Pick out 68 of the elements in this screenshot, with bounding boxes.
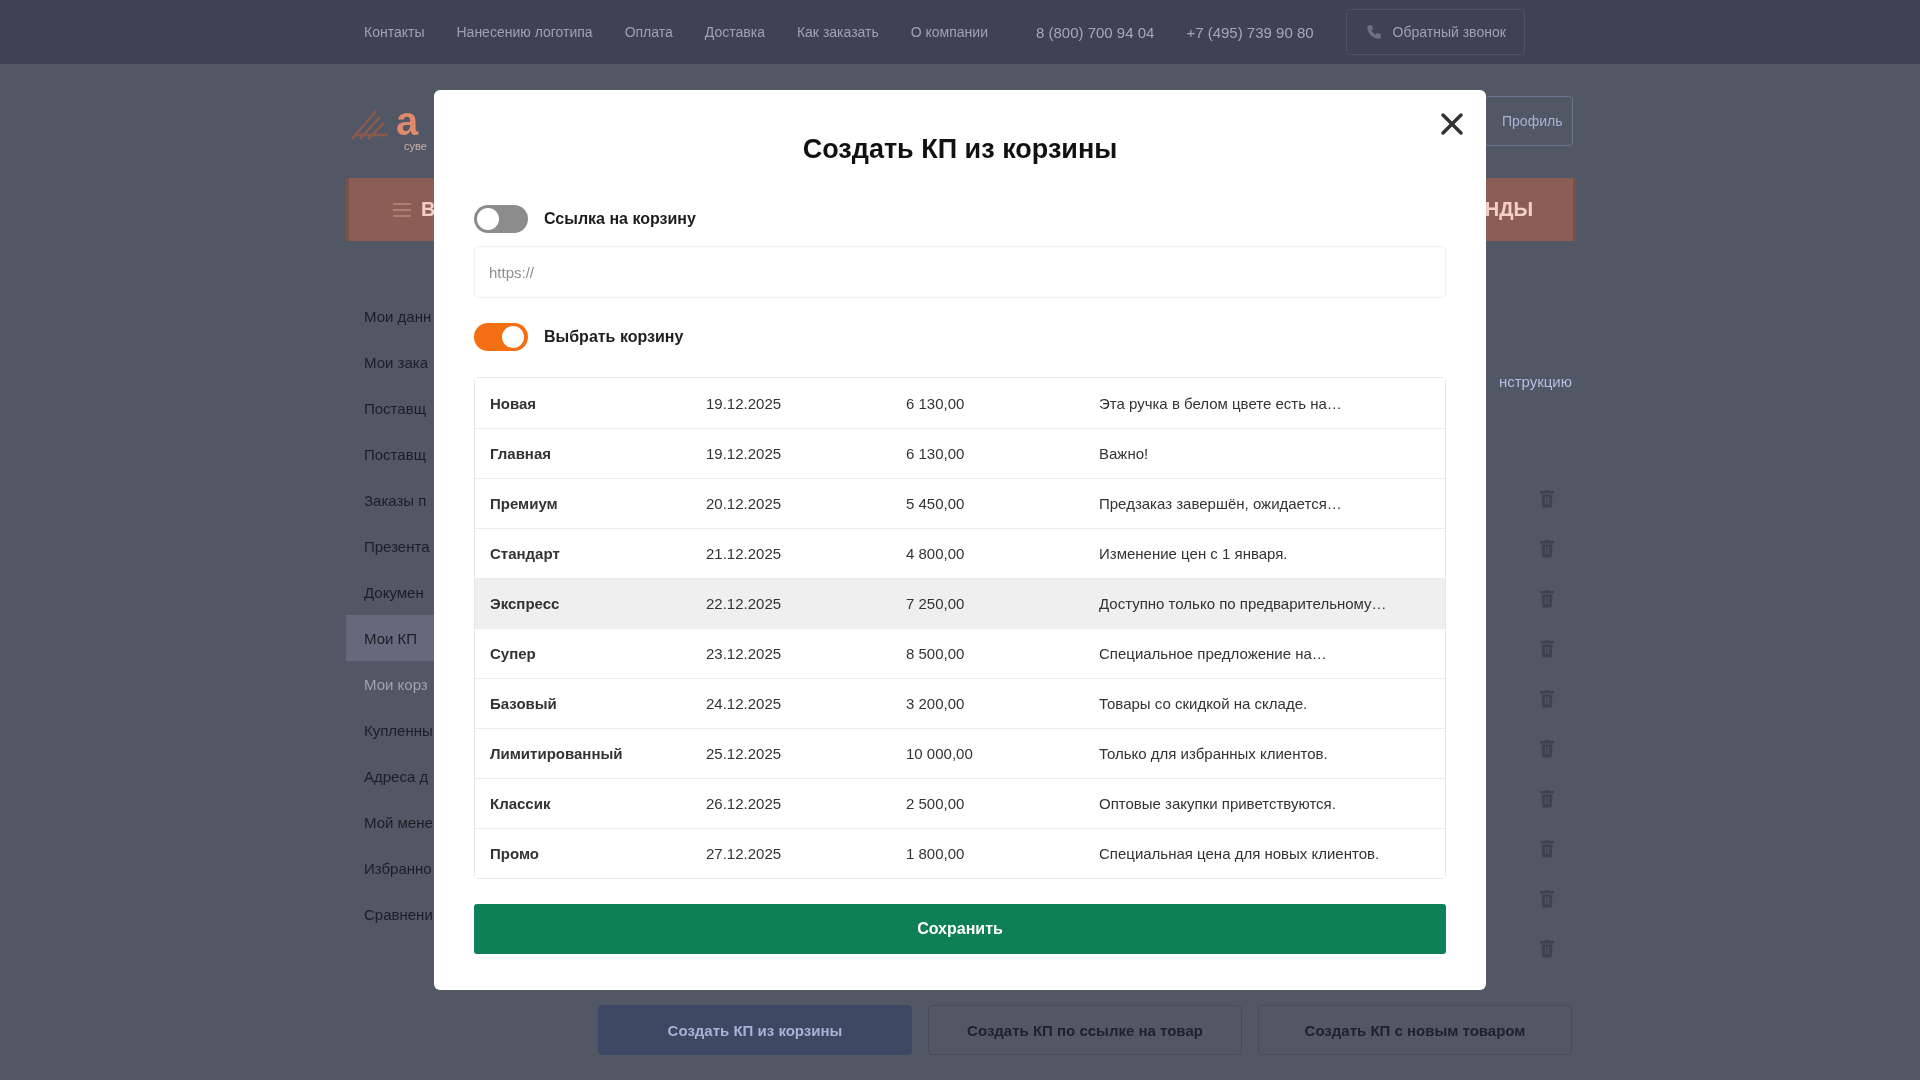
- cart-note: Доступно только по предварительному…: [1099, 595, 1388, 612]
- cart-name: Промо: [490, 845, 540, 862]
- nav-link[interactable]: Оплата: [624, 24, 673, 40]
- cart-sum: 3 200,00: [906, 695, 966, 712]
- cart-name: Главная: [490, 445, 552, 462]
- cart-date: 25.12.2025: [706, 745, 783, 762]
- cart-sum: 4 800,00: [906, 545, 966, 562]
- cart-note: Важно!: [1099, 445, 1150, 462]
- cart-row[interactable]: Промо 27.12.2025 1 800,00 Специальная цена для новых клиентов.: [475, 828, 1445, 878]
- cart-name: Премиум: [490, 495, 559, 512]
- toggle-switch[interactable]: [474, 205, 528, 233]
- cart-note: Специальная цена для новых клиентов.: [1099, 845, 1381, 862]
- phone-number[interactable]: +7 (495) 739 90 80: [1186, 23, 1314, 41]
- create-offer-button[interactable]: Создать КП по ссылке на товар: [928, 1005, 1242, 1055]
- catalog-label[interactable]: В: [421, 198, 436, 221]
- cart-name: Новая: [490, 394, 538, 412]
- cart-name: Супер: [490, 645, 537, 662]
- nav-link[interactable]: Нанесению логотипа: [456, 24, 593, 40]
- cart-sum: 7 250,00: [906, 595, 966, 612]
- cart-sum: 10 000,00: [906, 745, 974, 762]
- cart-note: Только для избранных клиентов.: [1099, 745, 1329, 762]
- nav-link[interactable]: О компании: [910, 24, 988, 40]
- nav-link[interactable]: Как заказать: [796, 24, 879, 40]
- toggle-switch[interactable]: [474, 323, 528, 351]
- cart-row[interactable]: Экспресс 22.12.2025 7 250,00 Доступно только по предварительному…: [475, 578, 1445, 628]
- cart-name: Лимитированный: [490, 745, 624, 762]
- cart-sum: 2 500,00: [906, 795, 966, 812]
- phone-icon: [1364, 23, 1383, 41]
- cart-date: 24.12.2025: [706, 695, 783, 712]
- logo-subtitle: суве: [404, 140, 427, 152]
- cart-sum: 8 500,00: [906, 645, 966, 662]
- cart-date: 22.12.2025: [706, 595, 783, 612]
- toggle-label: Ссылка на корзину: [544, 210, 696, 228]
- callback-button[interactable]: Обратный звонок: [1345, 9, 1525, 55]
- cart-name: Классик: [490, 795, 552, 812]
- instruction-link[interactable]: нструкцию: [1498, 373, 1572, 390]
- cart-sum: 5 450,00: [906, 495, 966, 512]
- cart-name: Стандарт: [490, 545, 561, 562]
- cart-date: 20.12.2025: [706, 495, 783, 512]
- cart-note: Эта ручка в белом цвете есть на…: [1099, 394, 1343, 412]
- cart-date: 21.12.2025: [706, 545, 783, 562]
- save-button[interactable]: Сохранить: [474, 904, 1446, 954]
- cart-note: Предзаказ завершён, ожидается…: [1099, 495, 1343, 512]
- cart-sum: 6 130,00: [906, 445, 966, 462]
- link-input-field[interactable]: https://: [474, 246, 1446, 298]
- logo-text: а: [396, 101, 419, 141]
- nav-link[interactable]: Доставка: [704, 24, 765, 40]
- cart-name: Базовый: [490, 695, 558, 712]
- cart-date: 27.12.2025: [706, 845, 783, 862]
- nav-link[interactable]: Контакты: [364, 24, 425, 40]
- cart-note: Оптовые закупки приветствуются.: [1099, 795, 1337, 812]
- cart-sum: 1 800,00: [906, 845, 966, 862]
- toggle-label: Выбрать корзину: [544, 328, 684, 346]
- create-offer-button[interactable]: Создать КП с новым товаром: [1258, 1005, 1572, 1055]
- cart-note: Специальное предложение на…: [1099, 645, 1328, 662]
- cart-note: Товары со скидкой на складе.: [1099, 695, 1309, 712]
- cart-date: 23.12.2025: [706, 645, 783, 662]
- phone-number[interactable]: 8 (800) 700 94 04: [1035, 23, 1155, 41]
- modal-title: Создать КП из корзины: [801, 134, 1119, 165]
- cart-name: Экспресс: [490, 595, 561, 612]
- cart-note: Изменение цен с 1 января.: [1099, 545, 1289, 562]
- cart-sum: 6 130,00: [906, 394, 966, 412]
- cart-date: 19.12.2025: [706, 394, 783, 412]
- menu-label[interactable]: НДЫ: [1484, 198, 1533, 221]
- cart-date: 19.12.2025: [706, 445, 783, 462]
- create-offer-button[interactable]: Создать КП из корзины: [598, 1005, 912, 1055]
- menu-icon[interactable]: [393, 202, 411, 217]
- cart-date: 26.12.2025: [706, 795, 783, 812]
